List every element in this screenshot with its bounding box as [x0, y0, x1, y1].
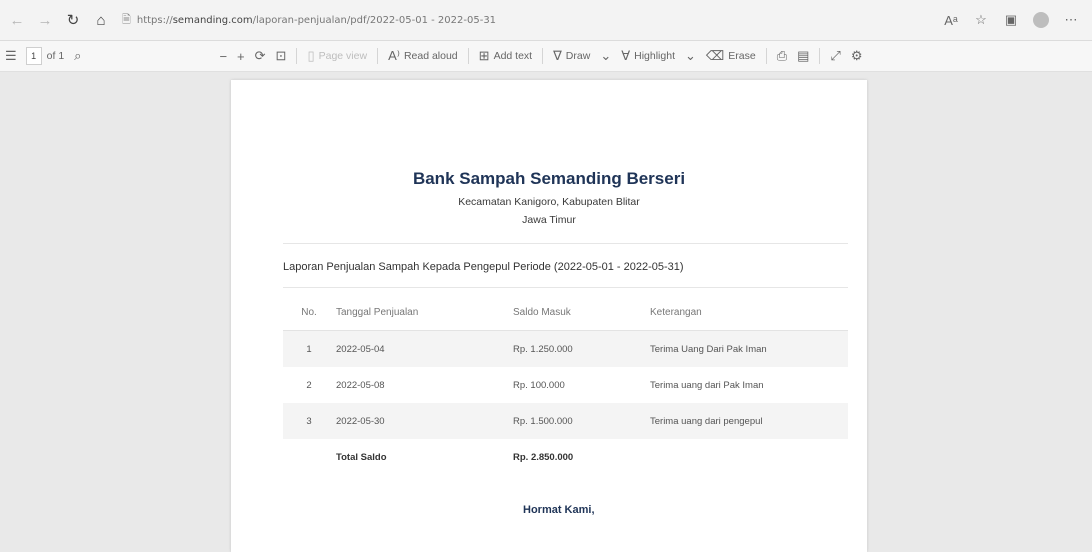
table-row: 3 2022-05-30 Rp. 1.500.000 Terima uang d…: [283, 403, 848, 439]
cell-note: Terima Uang Dari Pak Iman: [649, 330, 848, 367]
print-icon[interactable]: ⎙: [772, 41, 792, 71]
document-subtitle-line2: Jawa Timur: [522, 214, 576, 226]
document-subtitle-line1: Kecamatan Kanigoro, Kabupaten Blitar: [458, 196, 640, 208]
cell-no: 2: [306, 379, 312, 391]
pdf-toolbar: ☰ 1 of 1 ⌕ − + ⟳ ⊡ ▯ Page view A⁾ Read alo…: [0, 41, 1092, 72]
total-spacer: [283, 439, 335, 475]
divider: [819, 48, 821, 64]
table-row: 2 2022-05-08 Rp. 100.000 Terima uang dar…: [283, 367, 848, 403]
table-row: 1 2022-05-04 Rp. 1.250.000 Terima Uang D…: [283, 330, 848, 367]
add-text-icon: ⊞: [478, 48, 490, 63]
more-menu-icon[interactable]: ⋯: [1058, 8, 1084, 32]
read-aloud-button[interactable]: A⁾ Read aloud: [383, 41, 463, 71]
address-bar[interactable]: 🗎 https://semanding.com/laporan-penjuala…: [122, 8, 902, 32]
read-aloud-label: Read aloud: [403, 50, 458, 62]
total-value: Rp. 2.850.000: [513, 451, 574, 463]
avatar: [1033, 12, 1049, 28]
total-note-empty: [649, 439, 848, 475]
closing-text: Hormat Kami,: [523, 504, 595, 516]
divider: [283, 287, 848, 288]
save-icon[interactable]: ▤: [792, 41, 814, 71]
zoom-out-icon[interactable]: −: [214, 41, 232, 71]
total-row: Total Saldo Rp. 2.850.000: [283, 439, 848, 475]
forward-arrow-icon[interactable]: →: [34, 9, 56, 31]
eraser-icon: ⌫: [705, 48, 725, 63]
document-title: Bank Sampah Semanding Berseri: [412, 169, 686, 188]
highlight-button[interactable]: ∀ Highlight: [616, 41, 680, 71]
page-view-label: Page view: [318, 50, 368, 62]
url-prefix: https://: [136, 14, 173, 26]
highlight-label: Highlight: [634, 50, 675, 62]
url-host: semanding.com: [172, 14, 253, 26]
browser-toolbar: ← → ↻ ⌂ 🗎 https://semanding.com/laporan-…: [0, 0, 1092, 41]
read-mode-icon[interactable]: Aᵃ: [938, 8, 964, 32]
cell-date: 2022-05-04: [335, 330, 512, 367]
add-text-label: Add text: [493, 50, 533, 62]
page-view-button[interactable]: ▯ Page view: [302, 41, 372, 71]
highlight-icon: ∀: [621, 48, 631, 63]
column-header-date: Tanggal Penjualan: [335, 294, 512, 331]
zoom-in-icon[interactable]: +: [232, 41, 250, 71]
report-title: Laporan Penjualan Sampah Kepada Pengepul…: [283, 261, 684, 273]
draw-dropdown-icon[interactable]: ⌄: [595, 41, 616, 71]
rotate-icon[interactable]: ⟳: [250, 41, 271, 71]
divider: [542, 48, 544, 64]
erase-label: Erase: [728, 50, 756, 62]
find-icon[interactable]: ⌕: [69, 41, 86, 71]
column-header-no: No.: [283, 294, 335, 331]
cell-note: Terima uang dari Pak Iman: [650, 379, 764, 391]
cell-amount: Rp. 100.000: [513, 379, 565, 391]
draw-icon: ∇: [553, 48, 562, 63]
divider: [283, 243, 848, 244]
url-path: /laporan-penjualan/pdf/2022-05-01 - 2022…: [252, 14, 497, 26]
cell-amount: Rp. 1.250.000: [512, 330, 649, 367]
cell-no: 1: [283, 330, 335, 367]
fit-page-icon[interactable]: ⊡: [271, 41, 292, 71]
favorite-star-icon[interactable]: ☆: [968, 8, 994, 32]
highlight-dropdown-icon[interactable]: ⌄: [680, 41, 701, 71]
home-icon[interactable]: ⌂: [90, 9, 112, 31]
browser-actions: Aᵃ ☆ ▣ ⋯: [934, 8, 1084, 32]
cell-amount: Rp. 1.500.000: [512, 403, 649, 439]
contents-icon[interactable]: ☰: [0, 41, 22, 71]
settings-gear-icon[interactable]: ⚙: [846, 41, 868, 71]
divider: [377, 48, 379, 64]
pdf-page: Bank Sampah Semanding Berseri Kecamatan …: [231, 80, 867, 552]
divider: [296, 48, 298, 64]
refresh-icon[interactable]: ↻: [62, 9, 84, 31]
read-aloud-icon: A⁾: [388, 48, 400, 63]
cell-no: 3: [283, 403, 335, 439]
profile-avatar[interactable]: [1028, 8, 1054, 32]
back-arrow-icon[interactable]: ←: [6, 9, 28, 31]
total-label: Total Saldo: [336, 451, 387, 463]
cell-note: Terima uang dari pengepul: [649, 403, 848, 439]
page-number-input[interactable]: 1: [25, 47, 42, 65]
draw-button[interactable]: ∇ Draw: [548, 41, 595, 71]
table-header-row: No. Tanggal Penjualan Saldo Masuk Ketera…: [283, 294, 848, 331]
collections-icon[interactable]: ▣: [998, 8, 1024, 32]
draw-label: Draw: [565, 50, 591, 62]
page-total: of 1: [46, 50, 65, 62]
column-header-note: Keterangan: [649, 294, 848, 331]
site-info-icon[interactable]: 🗎: [122, 11, 131, 30]
divider: [467, 48, 469, 64]
cell-date: 2022-05-30: [335, 403, 512, 439]
cell-date: 2022-05-08: [336, 379, 385, 391]
divider: [765, 48, 767, 64]
erase-button[interactable]: ⌫ Erase: [701, 41, 761, 71]
sales-table: No. Tanggal Penjualan Saldo Masuk Ketera…: [283, 294, 848, 475]
fullscreen-icon[interactable]: ⤢: [825, 41, 845, 71]
add-text-button[interactable]: ⊞ Add text: [474, 41, 537, 71]
column-header-amount: Saldo Masuk: [512, 294, 649, 331]
